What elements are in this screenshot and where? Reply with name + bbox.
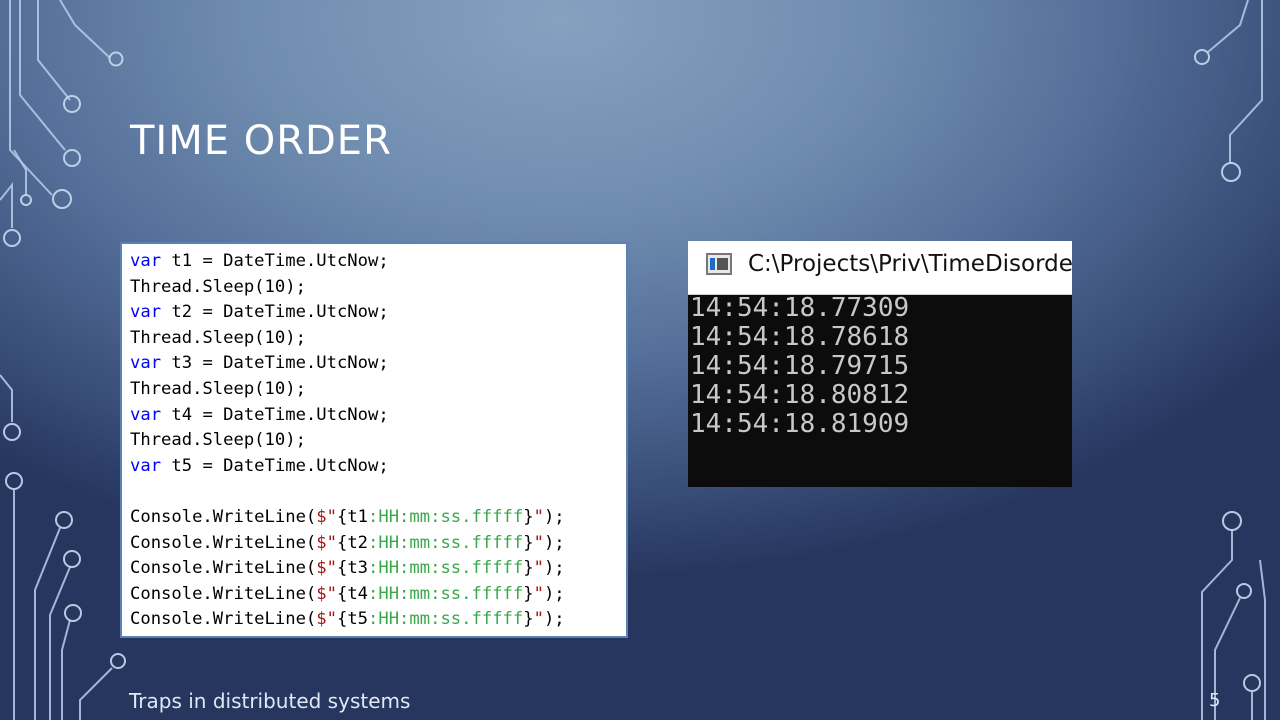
code-lines: var t1 = DateTime.UtcNow; Thread.Sleep(10… [130,249,626,633]
code-token-plain: } [523,532,534,553]
code-line: var t3 = DateTime.UtcNow; [130,351,626,377]
code-token-plain: {t2 [336,532,369,553]
code-token-plain: Thread.Sleep(10); [130,378,306,399]
code-line: Thread.Sleep(10); [130,428,626,454]
code-token-kw: var [130,455,162,476]
code-token-plain: Console.WriteLine( [130,532,317,553]
code-token-plain: t1 = DateTime.UtcNow; [161,251,389,271]
code-token-plain: ); [543,532,565,553]
code-line: var t2 = DateTime.UtcNow; [130,300,626,326]
code-line: Console.WriteLine($"{t2:HH:mm:ss.fffff}"… [130,531,626,557]
code-token-str: $" [316,609,337,630]
code-token-fmt: :HH:mm:ss.fffff [368,609,524,630]
code-token-plain: t2 = DateTime.UtcNow; [161,302,389,323]
code-line: Console.WriteLine($"{t1:HH:mm:ss.fffff}"… [130,505,626,531]
console-line: 14:54:18.80812 [690,380,910,410]
code-token-str: " [533,532,544,553]
code-token-plain: } [523,583,534,604]
code-token-plain: Console.WriteLine( [130,558,317,579]
code-token-plain: Thread.Sleep(10); [130,327,306,348]
console-output: 14:54:18.77309 14:54:18.78618 14:54:18.7… [690,294,909,439]
code-token-plain: Console.WriteLine( [130,583,317,604]
slide-footer: Traps in distributed systems [129,689,411,713]
code-token-plain: {t5 [336,609,369,630]
console-line: 14:54:18.78618 [690,322,910,352]
code-token-kw: var [130,353,162,374]
code-token-plain: {t1 [336,506,369,527]
code-token-plain: Console.WriteLine( [130,609,317,630]
code-token-str: " [533,506,544,527]
code-line: Thread.Sleep(10); [130,275,626,301]
code-token-plain: ); [543,506,565,527]
code-line: Console.WriteLine($"{t4:HH:mm:ss.fffff}"… [130,582,626,608]
console-line: 14:54:18.79715 [690,351,910,381]
code-token-plain: t3 = DateTime.UtcNow; [161,353,389,374]
page-number: 5 [1209,690,1221,711]
code-token-fmt: :HH:mm:ss.fffff [368,583,524,604]
slide-title: TIME ORDER [130,118,392,164]
code-token-plain: ); [543,558,565,579]
code-line: Console.WriteLine($"{t3:HH:mm:ss.fffff}"… [130,556,626,582]
code-token-fmt: :HH:mm:ss.fffff [368,532,524,553]
code-line: Thread.Sleep(10); [130,326,626,352]
console-app-icon [706,253,732,275]
console-line: 14:54:18.81909 [690,409,910,439]
code-token-str: $" [316,532,337,553]
code-token-str: $" [316,558,337,579]
code-token-str: $" [316,506,337,527]
code-token-kw: var [130,404,162,425]
code-token-plain: {t4 [336,583,369,604]
code-token-str: " [533,609,544,630]
code-token-kw: var [130,251,162,271]
code-token-fmt: :HH:mm:ss.fffff [368,506,524,527]
code-line: Console.WriteLine($"{t5:HH:mm:ss.fffff}"… [130,607,626,633]
code-line: var t5 = DateTime.UtcNow; [130,454,626,480]
code-token-plain: ); [543,583,565,604]
code-token-plain: Thread.Sleep(10); [130,276,306,297]
code-token-plain: t4 = DateTime.UtcNow; [161,404,389,425]
code-token-plain: Thread.Sleep(10); [130,430,306,451]
code-token-plain: t5 = DateTime.UtcNow; [161,455,389,476]
code-token-plain: {t3 [336,558,369,579]
code-token-fmt: :HH:mm:ss.fffff [368,558,524,579]
code-line: var t4 = DateTime.UtcNow; [130,403,626,429]
code-token-kw: var [130,302,162,323]
code-token-str: $" [316,583,337,604]
code-token-plain: } [523,558,534,579]
code-token-plain: } [523,609,534,630]
code-line: Thread.Sleep(10); [130,377,626,403]
code-token-plain: Console.WriteLine( [130,506,317,527]
code-snippet: var t1 = DateTime.UtcNow; Thread.Sleep(10… [120,242,628,638]
console-titlebar: C:\Projects\Priv\TimeDisorder [688,241,1072,295]
code-token-plain: } [523,506,534,527]
code-token-str: " [533,558,544,579]
console-line: 14:54:18.77309 [690,293,910,323]
code-line: var t1 = DateTime.UtcNow; [130,249,626,275]
console-title: C:\Projects\Priv\TimeDisorder [748,251,1072,277]
console-window: C:\Projects\Priv\TimeDisorder 14:54:18.7… [688,241,1072,487]
code-token-str: " [533,583,544,604]
code-token-plain: ); [543,609,565,630]
